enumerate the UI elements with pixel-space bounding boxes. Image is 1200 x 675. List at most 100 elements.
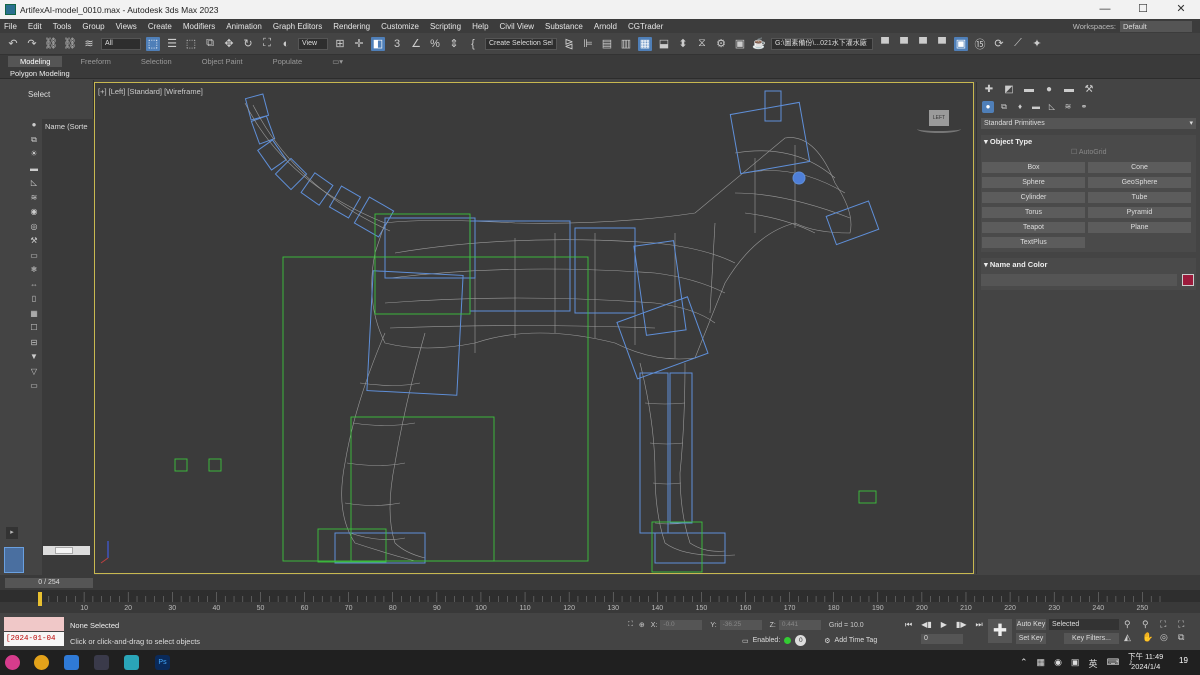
close-button[interactable]: ✕	[1162, 0, 1200, 19]
ref-coord-dropdown[interactable]: View	[298, 37, 328, 50]
menu-views[interactable]: Views	[116, 22, 137, 31]
notifications-badge[interactable]: 19	[1179, 656, 1193, 670]
filter-groups-icon[interactable]: ◉	[29, 207, 39, 217]
maxscript-output[interactable]: [2024-01-04	[4, 632, 64, 646]
explorer-expand-icon[interactable]: ▸	[6, 527, 18, 539]
place-icon[interactable]: ◐	[279, 37, 293, 51]
plane-button[interactable]: Plane	[1088, 222, 1191, 233]
name-color-header[interactable]: ▾ Name and Color	[981, 258, 1196, 271]
tab-populate[interactable]: Populate	[273, 57, 303, 66]
set-key-icon[interactable]: ✚	[988, 619, 1012, 643]
explorer-scrollbar[interactable]	[43, 546, 90, 555]
ribbon-toggle-icon[interactable]: ▦	[638, 36, 652, 51]
pin-icon[interactable]: ✦	[1030, 37, 1044, 51]
pivot-icon[interactable]: ⊞	[333, 37, 347, 51]
primitive-type-dropdown[interactable]: Standard Primitives	[981, 118, 1196, 129]
project-path-dropdown[interactable]: G:\圖素備份\...021水下灌水廠	[771, 37, 873, 50]
menu-substance[interactable]: Substance	[545, 22, 583, 31]
select-manipulate-icon[interactable]: ✛	[352, 37, 366, 51]
object-name-field[interactable]	[981, 274, 1177, 286]
teapot-button[interactable]: Teapot	[982, 222, 1085, 233]
filter-particles-icon[interactable]: ❄	[29, 265, 39, 275]
torus-button[interactable]: Torus	[982, 207, 1085, 218]
tab-modeling[interactable]: Modeling	[8, 56, 63, 67]
goto-end-icon[interactable]: ⏭	[975, 620, 982, 630]
3dsmax-icon[interactable]	[124, 655, 139, 670]
layer-icon[interactable]: ▭	[29, 381, 39, 391]
percent-snap-icon[interactable]: %	[428, 37, 442, 51]
object-color-swatch[interactable]	[1182, 274, 1194, 286]
toggle-scene-explorer-icon[interactable]: ▤	[600, 37, 614, 51]
tray-arrow-icon[interactable]: ⌃	[1020, 657, 1028, 670]
pyramid-button[interactable]: Pyramid	[1088, 207, 1191, 218]
menu-tools[interactable]: Tools	[53, 22, 72, 31]
select-by-name-icon[interactable]: ☰	[165, 37, 179, 51]
viewport-layout-icon[interactable]: ▣	[954, 36, 968, 51]
tray-app2-icon[interactable]: ◉	[1054, 657, 1062, 670]
rect-selection-icon[interactable]: ⬚	[184, 37, 198, 51]
photoshop-icon[interactable]: Ps	[155, 655, 170, 670]
sync-icon[interactable]: ⟳	[992, 37, 1006, 51]
menu-edit[interactable]: Edit	[28, 22, 42, 31]
link-icon[interactable]: ⛓	[44, 37, 58, 51]
curve-editor-icon[interactable]: ⬓	[657, 37, 671, 51]
isolate-icon[interactable]: ⛶	[628, 621, 633, 629]
time-tag-icon[interactable]: ⚙	[824, 637, 830, 645]
menu-animation[interactable]: Animation	[226, 22, 262, 31]
explorer-list[interactable]: Name (Sorte	[42, 119, 94, 599]
scale-icon[interactable]: ⛶	[260, 37, 274, 51]
network-icon[interactable]: ⌨	[1106, 657, 1119, 670]
orbit-icon[interactable]: ◎	[1160, 632, 1175, 643]
filter-geometry-icon[interactable]: ●	[29, 120, 39, 130]
toggle-icon[interactable]: ▭	[742, 637, 749, 645]
display-frozen-icon[interactable]: ☐	[29, 323, 39, 333]
menu-graph-editors[interactable]: Graph Editors	[273, 22, 322, 31]
save-folder-icon[interactable]: ▀	[916, 37, 930, 51]
move-icon[interactable]: ✥	[222, 37, 236, 51]
tab-object-paint[interactable]: Object Paint	[202, 57, 243, 66]
filter-containers-icon[interactable]: ▭	[29, 251, 39, 261]
explorer-column-header[interactable]: Name (Sorte	[42, 119, 94, 131]
render-setup-icon[interactable]: ⚙	[714, 37, 728, 51]
filter-funnel-icon[interactable]: ▼	[29, 352, 39, 362]
motion-tab-icon[interactable]: ●	[1042, 84, 1056, 96]
tab-freeform[interactable]: Freeform	[80, 57, 110, 66]
select-object-icon[interactable]: ⬚	[146, 36, 160, 51]
menu-arnold[interactable]: Arnold	[594, 22, 617, 31]
unlink-icon[interactable]: ⛓	[63, 37, 77, 51]
chrome-icon[interactable]	[34, 655, 49, 670]
filter-funnel2-icon[interactable]: ▽	[29, 367, 39, 377]
filter-xrefs-icon[interactable]: ◎	[29, 222, 39, 232]
field-of-view-icon[interactable]: ◭	[1124, 632, 1139, 643]
spacewarps-category-icon[interactable]: ≋	[1062, 101, 1074, 113]
display-influences-icon[interactable]: ▦	[29, 309, 39, 319]
current-frame-field[interactable]: 0	[921, 634, 963, 644]
tray-app-icon[interactable]: ▦	[1037, 657, 1046, 670]
shield-app-icon[interactable]	[64, 655, 79, 670]
z-coordinate-field[interactable]: 0.441	[778, 620, 821, 630]
lights-category-icon[interactable]: ♦	[1014, 101, 1026, 113]
zoom-all-icon[interactable]: ⚲	[1142, 619, 1157, 630]
goto-start-icon[interactable]: ⏮	[905, 620, 912, 630]
textplus-button[interactable]: TextPlus	[982, 237, 1085, 248]
menu-civil-view[interactable]: Civil View	[500, 22, 535, 31]
named-selection-dropdown[interactable]: Create Selection Sel	[485, 37, 557, 50]
helpers-category-icon[interactable]: ◺	[1046, 101, 1058, 113]
menu-group[interactable]: Group	[82, 22, 104, 31]
keyboard-shortcut-icon[interactable]: ◧	[371, 36, 385, 51]
set-key-button[interactable]: Set Key	[1016, 633, 1046, 644]
enabled-counter[interactable]: 0	[795, 635, 807, 646]
box-button[interactable]: Box	[982, 162, 1085, 173]
key-selection-dropdown[interactable]: Selected	[1049, 619, 1119, 630]
align-icon[interactable]: ⊫	[581, 37, 595, 51]
time-slider-thumb[interactable]: 0 / 254	[5, 578, 93, 588]
menu-rendering[interactable]: Rendering	[333, 22, 370, 31]
filter-lights-icon[interactable]: ☀	[29, 149, 39, 159]
filter-bones-icon[interactable]: ⚒	[29, 236, 39, 246]
systems-category-icon[interactable]: ⚭	[1078, 101, 1090, 113]
display-tab-icon[interactable]: ▬	[1062, 84, 1076, 96]
modify-tab-icon[interactable]: ◩	[1002, 84, 1016, 96]
tray-app3-icon[interactable]: ▣	[1071, 657, 1080, 670]
angle-snap-icon[interactable]: ∠	[409, 37, 423, 51]
viewcube[interactable]: LEFT	[929, 110, 949, 126]
